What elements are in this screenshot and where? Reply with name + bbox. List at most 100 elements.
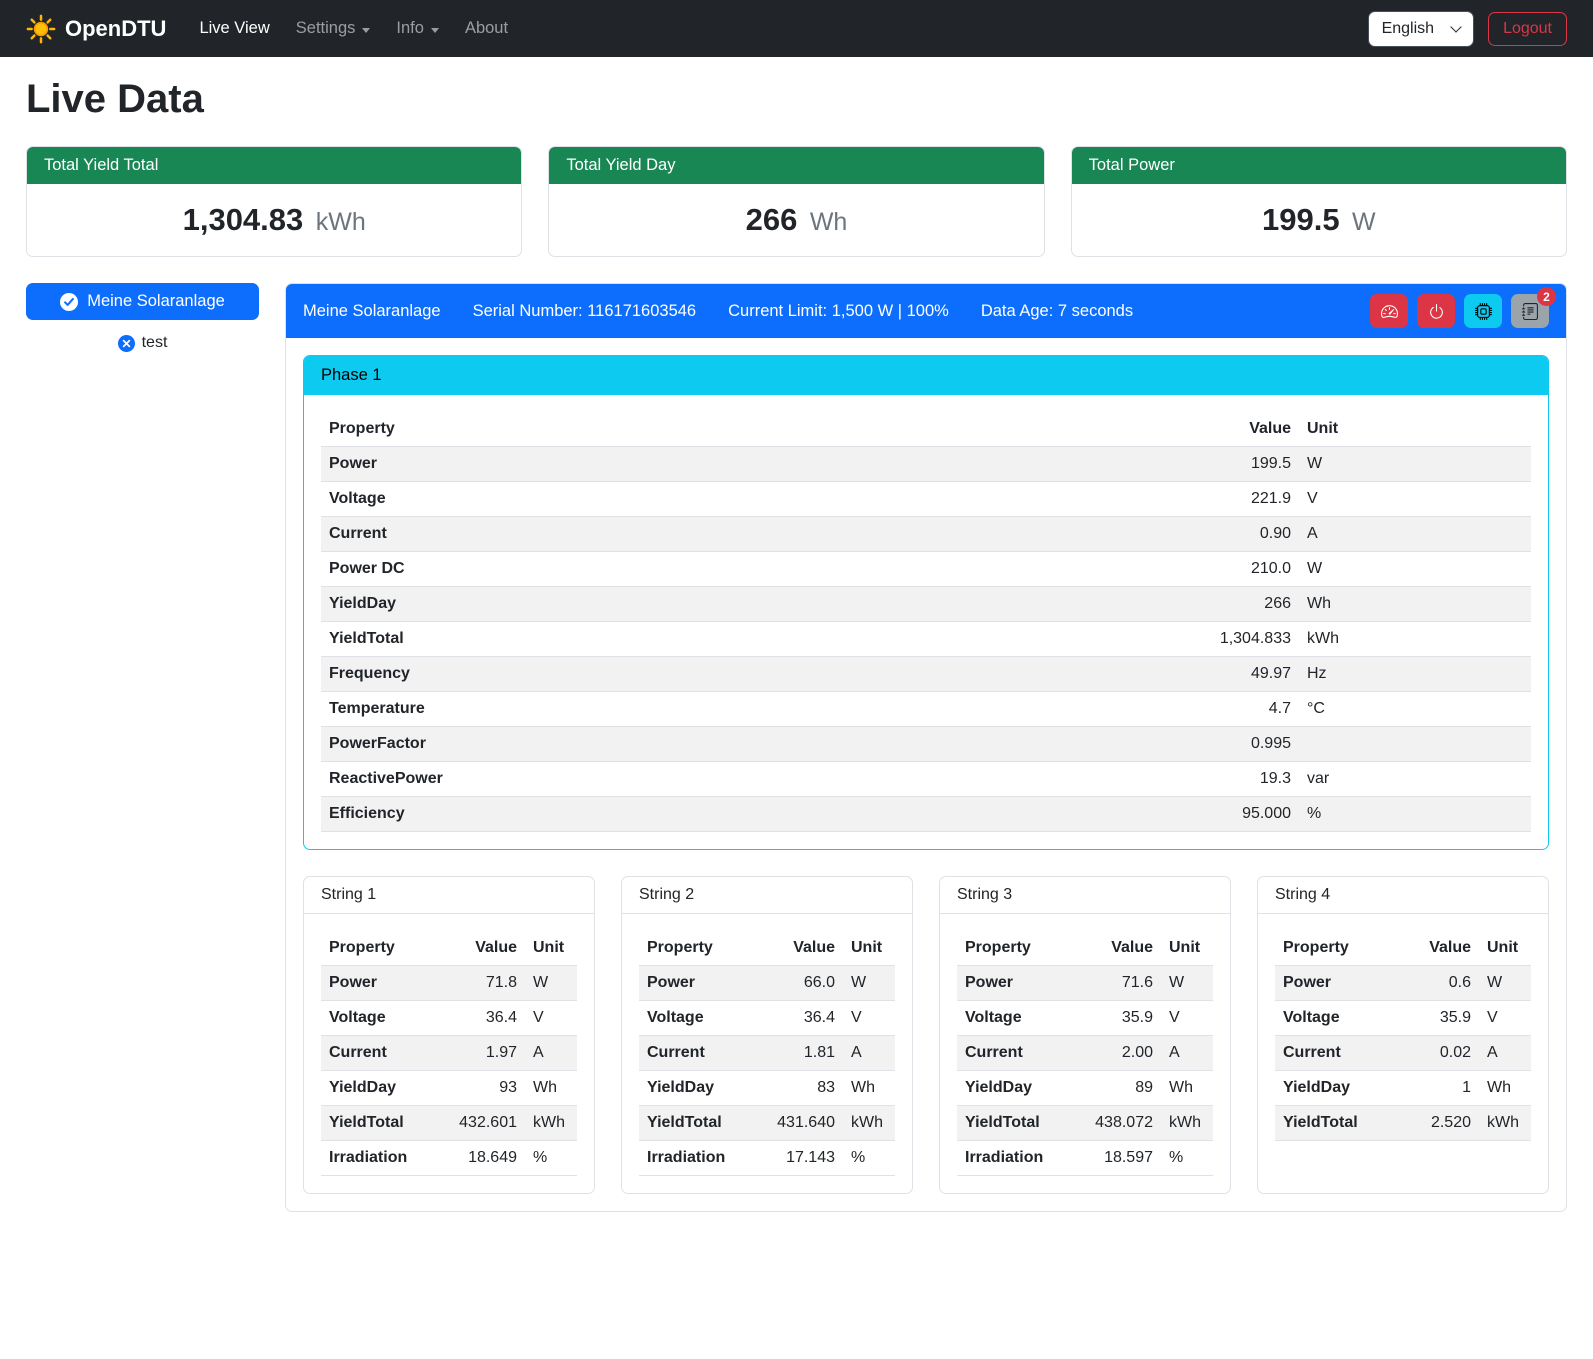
- string-card-2: String 2 Property Value Unit: [621, 876, 913, 1194]
- value-cell: 18.597: [1071, 1141, 1161, 1176]
- inverter-select-button[interactable]: Meine Solaranlage: [26, 283, 259, 320]
- limit-settings-button[interactable]: [1370, 294, 1408, 328]
- unit-cell: W: [1479, 966, 1531, 1001]
- value-cell: 18.649: [435, 1141, 525, 1176]
- value-cell: 1.97: [435, 1036, 525, 1071]
- unit-cell: %: [525, 1141, 577, 1176]
- nav-label: Info: [396, 19, 424, 38]
- property-cell: Frequency: [321, 657, 906, 692]
- value-cell: 266: [906, 587, 1299, 622]
- string-table-wrap: Property Value Unit Power71.6WVoltage35.…: [940, 914, 1230, 1193]
- value-cell: 36.4: [753, 1001, 843, 1036]
- table-row: YieldDay266Wh: [321, 587, 1531, 622]
- string-table: Property Value Unit Power71.8WVoltage36.…: [321, 931, 577, 1176]
- table-row: YieldTotal431.640kWh: [639, 1106, 895, 1141]
- value-cell: 1: [1400, 1071, 1479, 1106]
- inverter-item-test[interactable]: test: [26, 334, 259, 352]
- value-cell: 66.0: [753, 966, 843, 1001]
- string-title: String 4: [1258, 877, 1548, 914]
- nav-item-about[interactable]: About: [452, 11, 521, 46]
- nav-item-info[interactable]: Info: [383, 11, 452, 46]
- page-title: Live Data: [26, 77, 1567, 122]
- table-header-row: Property Value Unit: [957, 931, 1213, 966]
- unit-cell: A: [525, 1036, 577, 1071]
- value-cell: 432.601: [435, 1106, 525, 1141]
- property-cell: Irradiation: [639, 1141, 753, 1176]
- property-cell: ReactivePower: [321, 762, 906, 797]
- string-table: Property Value Unit Power71.6WVoltage35.…: [957, 931, 1213, 1176]
- column-property: Property: [321, 931, 435, 966]
- string-title: String 3: [940, 877, 1230, 914]
- string-table-wrap: Property Value Unit Power71.8WVoltage36.…: [304, 914, 594, 1193]
- nav-item-settings[interactable]: Settings: [283, 11, 384, 46]
- device-info-button[interactable]: [1464, 294, 1502, 328]
- chevron-down-icon: [431, 28, 439, 33]
- table-row: Current1.97A: [321, 1036, 577, 1071]
- cpu-icon: [1475, 303, 1492, 320]
- value-cell: 83: [753, 1071, 843, 1106]
- event-log-button[interactable]: 2: [1511, 294, 1549, 328]
- card-total-yield-day: Total Yield Day 266 Wh: [548, 146, 1044, 257]
- card-unit: W: [1352, 208, 1376, 236]
- property-cell: Current: [321, 1036, 435, 1071]
- logout-button[interactable]: Logout: [1488, 12, 1567, 46]
- string-table-wrap: Property Value Unit Power0.6WVoltage35.9…: [1258, 914, 1548, 1158]
- string-table-wrap: Property Value Unit Power66.0WVoltage36.…: [622, 914, 912, 1193]
- unit-cell: V: [1299, 482, 1531, 517]
- nav-item-live-view[interactable]: Live View: [186, 11, 282, 46]
- value-cell: 0.6: [1400, 966, 1479, 1001]
- inverter-current-limit: Current Limit: 1,500 W | 100%: [728, 302, 949, 321]
- value-cell: 71.6: [1071, 966, 1161, 1001]
- brand[interactable]: OpenDTU: [26, 14, 166, 44]
- value-cell: 210.0: [906, 552, 1299, 587]
- power-button[interactable]: [1417, 294, 1455, 328]
- unit-cell: Wh: [843, 1071, 895, 1106]
- card-value-row: 199.5 W: [1072, 184, 1566, 256]
- table-row: Frequency49.97Hz: [321, 657, 1531, 692]
- card-value-row: 266 Wh: [549, 184, 1043, 256]
- property-cell: YieldDay: [639, 1071, 753, 1106]
- column-property: Property: [639, 931, 753, 966]
- property-cell: YieldTotal: [1275, 1106, 1400, 1141]
- table-header-row: Property Value Unit: [321, 412, 1531, 447]
- inverter-header-buttons: 2: [1370, 294, 1549, 328]
- card-value: 199.5: [1262, 202, 1340, 237]
- property-cell: YieldTotal: [321, 622, 906, 657]
- table-row: YieldDay89Wh: [957, 1071, 1213, 1106]
- table-row: Voltage221.9V: [321, 482, 1531, 517]
- property-cell: YieldDay: [957, 1071, 1071, 1106]
- value-cell: 36.4: [435, 1001, 525, 1036]
- unit-cell: Wh: [525, 1071, 577, 1106]
- column-unit: Unit: [843, 931, 895, 966]
- value-cell: 49.97: [906, 657, 1299, 692]
- property-cell: YieldDay: [1275, 1071, 1400, 1106]
- table-row: Voltage36.4V: [639, 1001, 895, 1036]
- value-cell: 1,304.833: [906, 622, 1299, 657]
- property-cell: Voltage: [639, 1001, 753, 1036]
- table-row: YieldDay83Wh: [639, 1071, 895, 1106]
- string-title: String 2: [622, 877, 912, 914]
- live-data-section: Meine Solaranlage test Meine Solaranlage…: [26, 283, 1567, 1242]
- column-value: Value: [435, 931, 525, 966]
- unit-cell: Wh: [1299, 587, 1531, 622]
- column-value: Value: [1400, 931, 1479, 966]
- property-cell: Efficiency: [321, 797, 906, 832]
- table-row: Irradiation18.649%: [321, 1141, 577, 1176]
- property-cell: Power: [321, 447, 906, 482]
- column-value: Value: [1071, 931, 1161, 966]
- string-table: Property Value Unit Power0.6WVoltage35.9…: [1275, 931, 1531, 1141]
- table-row: Power71.8W: [321, 966, 577, 1001]
- unit-cell: kWh: [1479, 1106, 1531, 1141]
- unit-cell: A: [843, 1036, 895, 1071]
- unit-cell: W: [1299, 552, 1531, 587]
- table-row: Efficiency95.000%: [321, 797, 1531, 832]
- string-card-1: String 1 Property Value Unit: [303, 876, 595, 1194]
- property-cell: Power: [957, 966, 1071, 1001]
- column-property: Property: [321, 412, 906, 447]
- column-property: Property: [957, 931, 1071, 966]
- events-count-badge: 2: [1537, 287, 1556, 306]
- string-table: Property Value Unit Power66.0WVoltage36.…: [639, 931, 895, 1176]
- language-select[interactable]: English: [1368, 11, 1474, 47]
- property-cell: YieldTotal: [957, 1106, 1071, 1141]
- inverter-card: Meine Solaranlage Serial Number: 1161716…: [285, 283, 1567, 1212]
